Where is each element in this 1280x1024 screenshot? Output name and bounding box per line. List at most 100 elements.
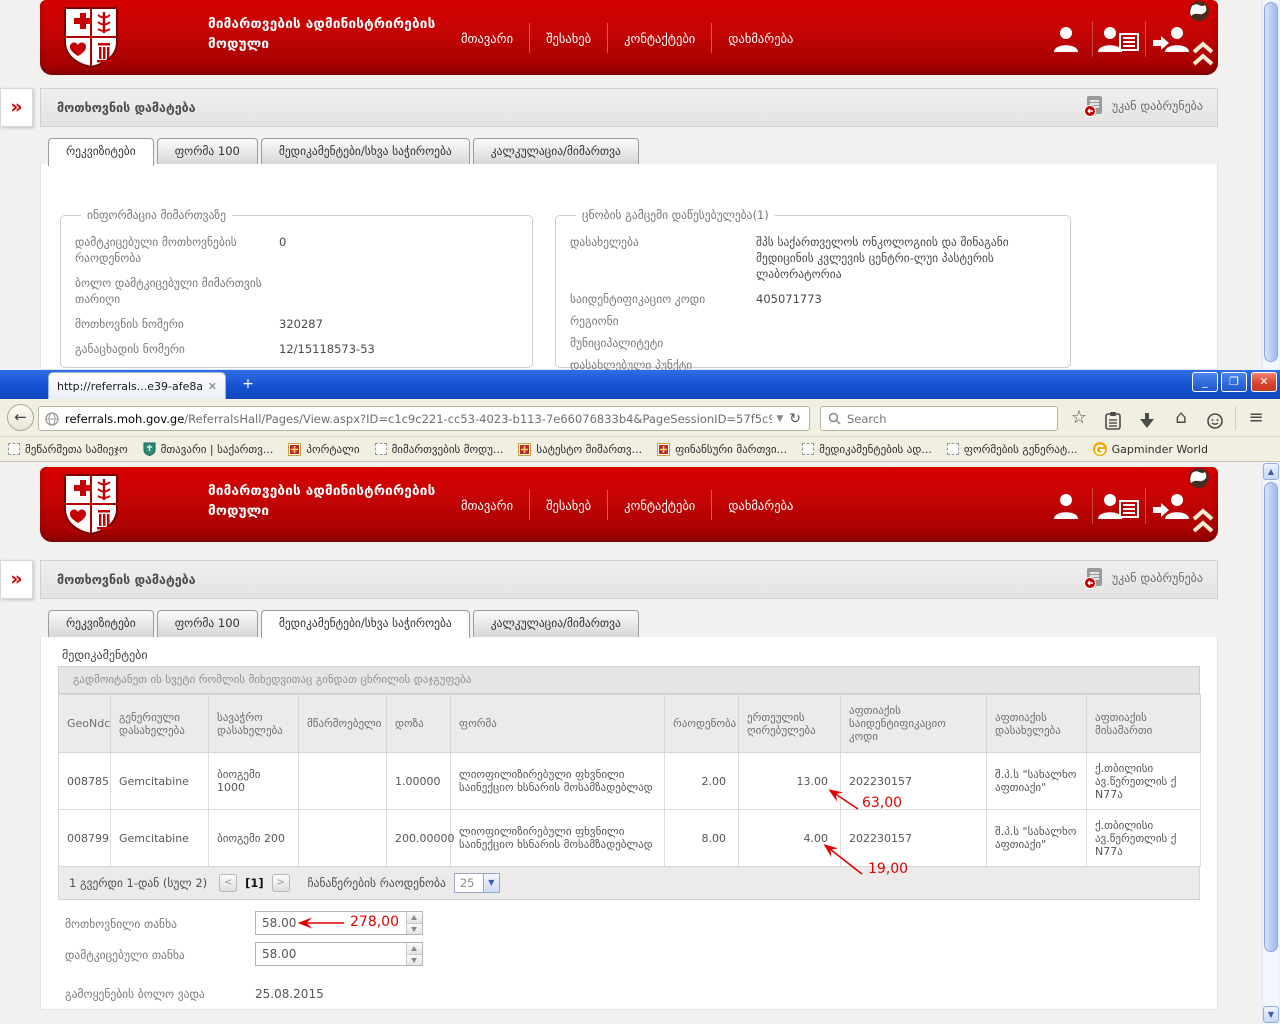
scrollbar-main[interactable]: ▲ ▼ — [1262, 462, 1279, 1024]
col-form[interactable]: ფორმა — [451, 695, 665, 753]
browser-back-button[interactable]: ← — [7, 404, 34, 431]
app-title: მიმართვების ადმინისტრირებისმოდული — [208, 481, 435, 521]
home-icon[interactable]: ⌂ — [1164, 404, 1198, 432]
page-size-select[interactable]: 25▼ — [454, 873, 500, 893]
reload-icon[interactable]: ↻ — [787, 411, 803, 427]
cell-geondc: 008799 — [59, 810, 111, 867]
amount-stepper[interactable] — [406, 943, 422, 965]
user-icon[interactable] — [1040, 491, 1092, 521]
site-icon — [45, 412, 59, 426]
bookmark-item[interactable]: ფორმების გენერატ... — [947, 443, 1078, 456]
col-geondc[interactable]: GeoNdc — [59, 695, 111, 753]
nav-home[interactable]: მთავარი — [445, 31, 529, 46]
default-bookmark-icon — [8, 443, 20, 455]
user-list-icon[interactable] — [1093, 24, 1145, 54]
nav-about[interactable]: შესახებ — [530, 31, 607, 46]
url-bar[interactable]: referrals.moh.gov.ge/ReferralsHall/Pages… — [38, 406, 810, 431]
nav-help[interactable]: დახმარება — [712, 498, 809, 513]
back-button[interactable]: უკან დაბრუნება — [1083, 95, 1203, 117]
tab-close-icon[interactable]: ✕ — [208, 380, 217, 393]
col-quantity[interactable]: რაოდენობა — [665, 695, 739, 753]
col-dose[interactable]: დოზა — [387, 695, 451, 753]
nav-contacts[interactable]: კონტაქტები — [608, 498, 711, 513]
cell-dose: 200.00000 — [387, 810, 451, 867]
col-pharmacy-name[interactable]: აფთიაქის დასახელება — [987, 695, 1087, 753]
url-text[interactable]: referrals.moh.gov.ge/ReferralsHall/Pages… — [65, 412, 772, 426]
cell-pharmacy-address: ქ.თბილისი ავ.წერეთლის ქ N77ა — [1087, 810, 1201, 867]
nav-help[interactable]: დახმარება — [712, 31, 809, 46]
approved-amount-input[interactable]: 58.00 — [255, 942, 423, 966]
col-manufacturer[interactable]: მწარმოებელი — [299, 695, 387, 753]
col-pharmacy-address[interactable]: აფთიაქის მისამართი — [1087, 695, 1201, 753]
bookmark-item[interactable]: მედიკამენტების ად... — [802, 443, 932, 456]
table-pager: 1 გვერდი 1-დან (სულ 2) < [1] > ჩანაწერებ… — [58, 866, 1200, 900]
nav-home[interactable]: მთავარი — [445, 498, 529, 513]
window-minimize-button[interactable]: _ — [1192, 372, 1218, 392]
tab-calculation[interactable]: კალკულაცია/მიმართვა — [473, 138, 639, 165]
cell-geondc: 008785 — [59, 753, 111, 810]
field-label: დასახელება — [570, 234, 752, 282]
bookmark-item[interactable]: Gapminder World — [1093, 442, 1208, 456]
bookmark-item[interactable]: მეწარმეთა სამიეჯო — [8, 443, 128, 456]
hello-chat-icon[interactable] — [1198, 407, 1232, 429]
downloads-icon[interactable] — [1130, 407, 1164, 429]
cell-pharmacy-id: 202230157 — [841, 810, 987, 867]
app-title: მიმართვების ადმინისტრირებისმოდული — [208, 14, 435, 54]
back-button[interactable]: უკან დაბრუნება — [1083, 567, 1203, 589]
window-close-button[interactable]: ✕ — [1251, 372, 1277, 392]
bookmark-item[interactable]: ფინანსური მართვი... — [657, 443, 787, 456]
requested-amount-label: მოთხოვნილი თანხა — [65, 917, 177, 931]
tab-medications[interactable]: მედიკამენტები/სხვა საჭიროება — [261, 610, 470, 638]
url-dropdown-icon[interactable]: ▼ — [772, 414, 787, 424]
tab-calculation[interactable]: კალკულაცია/მიმართვა — [473, 610, 639, 637]
field-label: დამტკიცებული მოთხოვნების რაოდენობა — [75, 234, 275, 266]
col-pharmacy-id[interactable]: აფთიაქის საიდენტიფიკაციო კოდი — [841, 695, 987, 753]
pager-current-page[interactable]: [1] — [245, 876, 264, 890]
expand-sidebar-button[interactable]: » — [0, 88, 33, 127]
search-input[interactable] — [847, 412, 1050, 426]
table-row[interactable]: 008785 Gemcitabine ბიოგემი 1000 1.00000 … — [59, 753, 1201, 810]
field-value: 12/15118573-53 — [279, 341, 375, 357]
nav-about[interactable]: შესახებ — [530, 498, 607, 513]
new-tab-button[interactable]: + — [236, 376, 260, 393]
window-restore-button[interactable]: ❐ — [1221, 372, 1247, 392]
browser-tab[interactable]: http://referrals...e39-afe8afa2e732 ✕ — [48, 372, 226, 399]
tab-medications[interactable]: მედიკამენტები/სხვა საჭიროება — [261, 138, 470, 165]
default-bookmark-icon — [802, 443, 814, 455]
bookmarks-menu-icon[interactable] — [1096, 407, 1130, 430]
pager-prev-button[interactable]: < — [219, 874, 237, 892]
bookmark-item[interactable]: სატესტო მიმართვ... — [518, 443, 642, 456]
app-header: მიმართვების ადმინისტრირებისმოდული მთავარ… — [40, 467, 1218, 542]
globe-icon[interactable] — [1186, 467, 1212, 491]
user-icon[interactable] — [1040, 24, 1092, 54]
browser-navbar: ← referrals.moh.gov.ge/ReferralsHall/Pag… — [0, 399, 1280, 437]
globe-icon[interactable] — [1186, 0, 1212, 24]
page-title: მოთხოვნის დამატება — [57, 100, 196, 115]
bookmark-star-icon[interactable]: ☆ — [1062, 404, 1096, 432]
pager-next-button[interactable]: > — [272, 874, 290, 892]
bookmark-item[interactable]: მიმართვების მოდუ... — [375, 443, 504, 456]
collapse-header-icon[interactable] — [1190, 507, 1216, 535]
cell-pharmacy-name: შ.პ.ს "სახალხო აფთიაქი" — [987, 753, 1087, 810]
col-generic-name[interactable]: გენერიული დასახელება — [111, 695, 209, 753]
field-label: მოთხოვნის ნომერი — [75, 316, 275, 332]
col-unit-price[interactable]: ერთეულის ღირებულება — [739, 695, 841, 753]
bookmark-item[interactable]: მთავარი | საქართვ... — [143, 442, 274, 456]
nav-contacts[interactable]: კონტაქტები — [608, 31, 711, 46]
user-list-icon[interactable] — [1093, 491, 1145, 521]
tab-form100[interactable]: ფორმა 100 — [157, 610, 258, 637]
cell-dose: 1.00000 — [387, 753, 451, 810]
amount-stepper[interactable] — [406, 912, 422, 934]
menu-hamburger-icon[interactable]: ≡ — [1239, 404, 1273, 432]
scrollbar-top[interactable] — [1262, 0, 1279, 370]
table-row[interactable]: 008799 Gemcitabine ბიოგემი 200 200.00000… — [59, 810, 1201, 867]
tab-form100[interactable]: ფორმა 100 — [157, 138, 258, 165]
bookmark-item[interactable]: პორტალი — [288, 443, 359, 456]
search-box[interactable] — [820, 406, 1058, 431]
expiry-date-value: 25.08.2015 — [255, 987, 324, 1001]
tab-requisites[interactable]: რეკვიზიტები — [48, 610, 154, 637]
col-trade-name[interactable]: სავაჭრო დასახელება — [209, 695, 299, 753]
expand-sidebar-button[interactable]: » — [0, 560, 33, 599]
tab-requisites[interactable]: რეკვიზიტები — [48, 138, 154, 166]
collapse-header-icon[interactable] — [1190, 40, 1216, 68]
